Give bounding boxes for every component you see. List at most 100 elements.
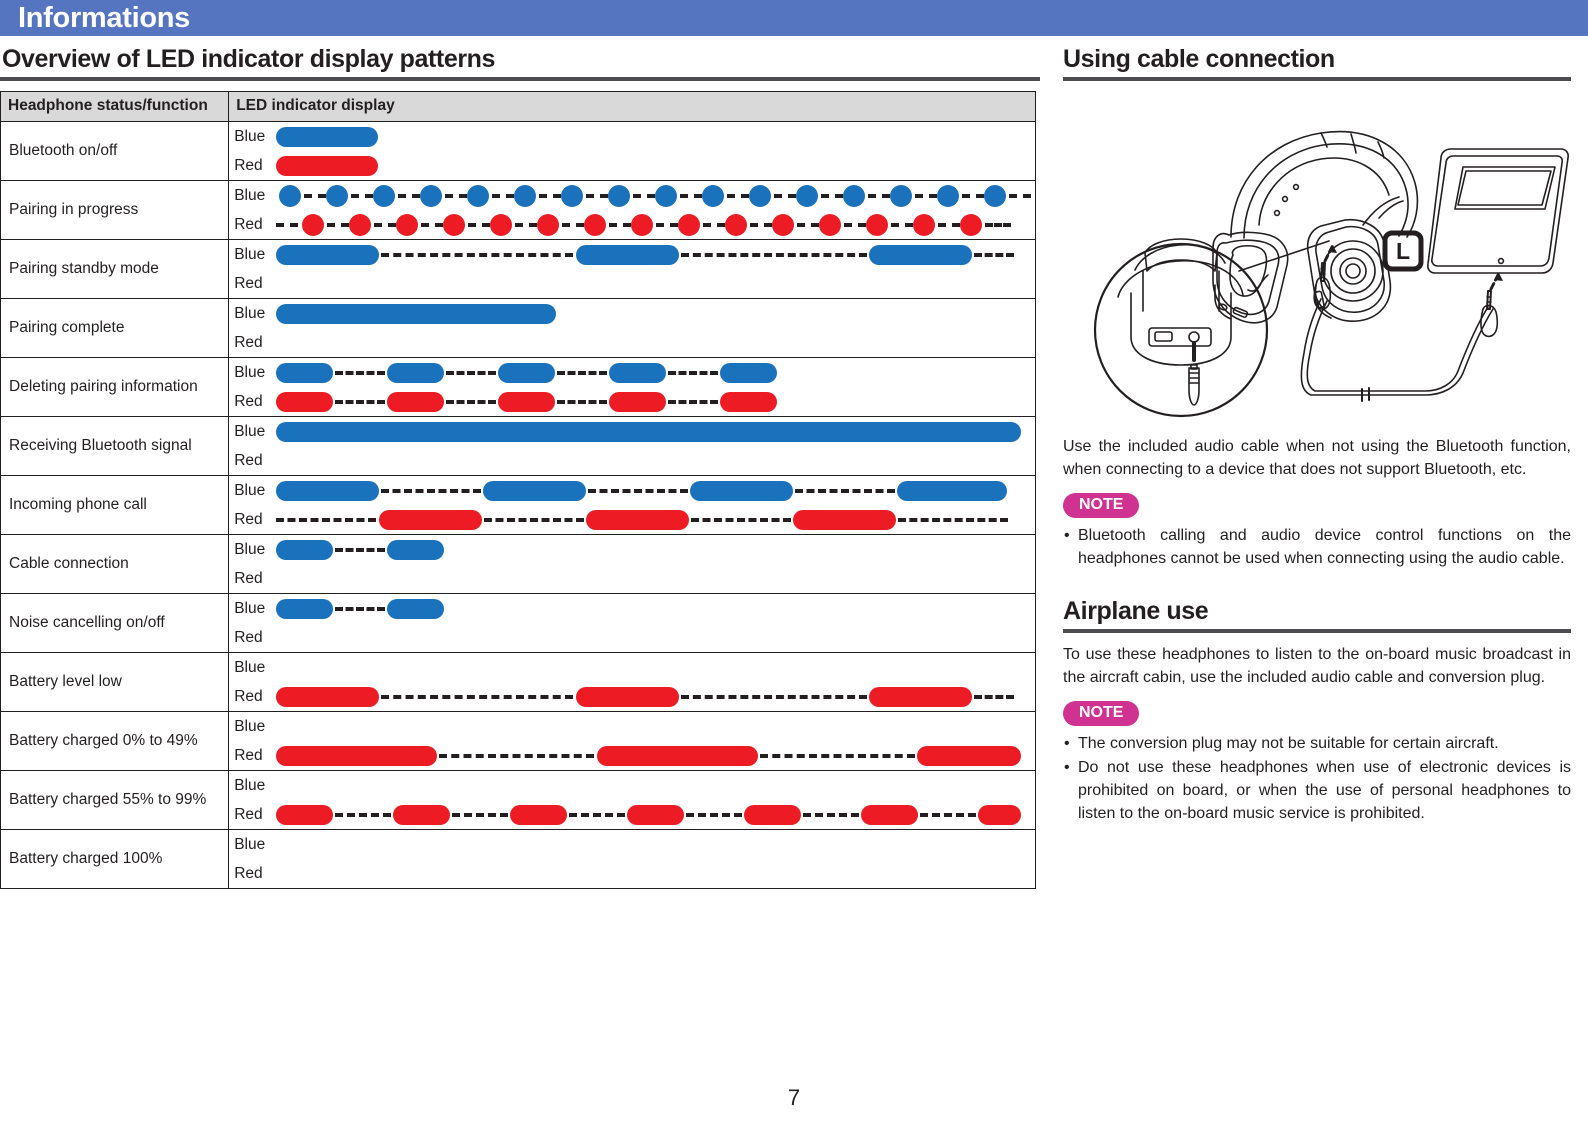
led-off-dash bbox=[468, 222, 491, 227]
status-label: Incoming phone call bbox=[0, 475, 230, 535]
led-off-dash bbox=[276, 517, 377, 522]
led-color-label: Blue bbox=[234, 836, 266, 853]
led-off-dash bbox=[276, 222, 299, 227]
led-line-red: Red bbox=[229, 151, 1035, 180]
led-off-dash bbox=[374, 222, 397, 227]
led-color-label: Red bbox=[234, 275, 263, 292]
page-banner: Informations bbox=[0, 0, 1588, 36]
led-on-segment bbox=[510, 804, 568, 825]
led-track bbox=[276, 682, 1035, 711]
led-pattern-cell: Blue Red bbox=[228, 475, 1036, 535]
led-blink-dot bbox=[373, 184, 396, 207]
led-off-dash bbox=[727, 193, 750, 198]
led-color-label: Red bbox=[234, 216, 263, 233]
led-off-dash bbox=[557, 370, 608, 375]
led-blink-dot bbox=[655, 184, 678, 207]
led-off-dash bbox=[304, 193, 327, 198]
led-blink-dot bbox=[631, 213, 654, 236]
led-rows: Blue Red bbox=[229, 594, 1035, 652]
led-on-segment bbox=[861, 804, 919, 825]
led-on-segment bbox=[597, 745, 759, 766]
led-off-dash bbox=[327, 222, 350, 227]
led-line-blue: Blue bbox=[229, 535, 1035, 564]
table-row: Battery level low Blue Red bbox=[0, 652, 1036, 712]
led-line-blue: Blue bbox=[229, 299, 1035, 328]
status-label: Bluetooth on/off bbox=[0, 121, 230, 181]
led-rows: Blue Red bbox=[229, 417, 1035, 475]
led-blink-dot bbox=[349, 213, 372, 236]
led-pattern-cell: Blue Red bbox=[228, 534, 1036, 594]
left-column: Overview of LED indicator display patter… bbox=[0, 44, 1040, 889]
led-off-dash bbox=[668, 399, 719, 404]
table-row: Cable connection Blue Red bbox=[0, 534, 1036, 594]
led-on-segment bbox=[276, 391, 334, 412]
led-off-dash bbox=[557, 399, 608, 404]
cable-connection-heading: Using cable connection bbox=[1063, 45, 1335, 73]
led-pattern-cell: Blue Red bbox=[228, 770, 1036, 830]
table-header-row: Headphone status/function LED indicator … bbox=[0, 91, 1036, 122]
led-track bbox=[276, 800, 1035, 829]
led-track bbox=[276, 594, 1035, 623]
led-off-dash bbox=[691, 517, 792, 522]
led-color-label: Red bbox=[234, 393, 263, 410]
led-color-label: Blue bbox=[234, 423, 266, 440]
led-blink-dot bbox=[326, 184, 349, 207]
note-bullet: Do not use these headphones when use of … bbox=[1063, 756, 1571, 825]
led-off-dash bbox=[446, 399, 497, 404]
led-off-dash bbox=[335, 399, 386, 404]
led-pattern-cell: Blue Red bbox=[228, 357, 1036, 417]
status-label: Deleting pairing information bbox=[0, 357, 230, 417]
led-on-segment bbox=[387, 539, 445, 560]
cable-connection-illustration: L bbox=[1063, 85, 1571, 425]
led-line-red: Red bbox=[229, 387, 1035, 416]
led-on-segment bbox=[869, 244, 973, 265]
led-off-dash bbox=[633, 193, 656, 198]
led-on-segment bbox=[720, 362, 778, 383]
led-color-label: Blue bbox=[234, 364, 266, 381]
led-track bbox=[276, 535, 1035, 564]
led-off-dash bbox=[962, 193, 985, 198]
column-header-led: LED indicator display bbox=[228, 91, 1036, 122]
led-on-segment bbox=[276, 539, 334, 560]
led-color-label: Red bbox=[234, 865, 263, 882]
led-on-segment bbox=[379, 509, 483, 530]
table-row: Pairing standby mode Blue Red bbox=[0, 239, 1036, 299]
led-track bbox=[276, 623, 1035, 652]
led-on-segment bbox=[276, 804, 334, 825]
page-number: 7 bbox=[787, 1085, 801, 1110]
led-off-dash bbox=[795, 488, 896, 493]
led-on-segment bbox=[609, 362, 667, 383]
led-track bbox=[276, 299, 1035, 328]
led-blink-dot bbox=[913, 213, 936, 236]
airplane-use-paragraph: To use these headphones to listen to the… bbox=[1063, 646, 1571, 686]
led-overview-rule bbox=[0, 77, 1040, 81]
led-rows: Blue Red bbox=[229, 240, 1035, 298]
music-player-drawing bbox=[1427, 148, 1569, 274]
led-off-dash bbox=[445, 193, 468, 198]
led-blink-dot bbox=[490, 213, 513, 236]
led-color-label: Blue bbox=[234, 777, 266, 794]
status-label: Battery level low bbox=[0, 652, 230, 712]
led-blink-dot bbox=[537, 213, 560, 236]
led-off-dash bbox=[446, 370, 497, 375]
led-on-segment bbox=[276, 126, 379, 147]
led-track bbox=[276, 859, 1035, 888]
table-row: Deleting pairing information Blue Red bbox=[0, 357, 1036, 417]
led-color-label: Blue bbox=[234, 187, 266, 204]
led-off-dash bbox=[686, 812, 743, 817]
led-off-dash bbox=[609, 222, 632, 227]
led-on-segment bbox=[498, 362, 556, 383]
status-label: Noise cancelling on/off bbox=[0, 593, 230, 653]
led-track bbox=[276, 830, 1035, 859]
led-off-dash bbox=[680, 193, 703, 198]
led-off-dash bbox=[803, 812, 860, 817]
led-rows: Blue Red bbox=[229, 712, 1035, 770]
led-blink-dot bbox=[420, 184, 443, 207]
led-color-label: Red bbox=[234, 570, 263, 587]
led-on-segment bbox=[276, 480, 380, 501]
led-line-red: Red bbox=[229, 564, 1035, 593]
led-off-dash bbox=[351, 193, 374, 198]
led-blink-dot bbox=[561, 184, 584, 207]
led-on-segment bbox=[276, 421, 1022, 442]
led-on-segment bbox=[917, 745, 1022, 766]
